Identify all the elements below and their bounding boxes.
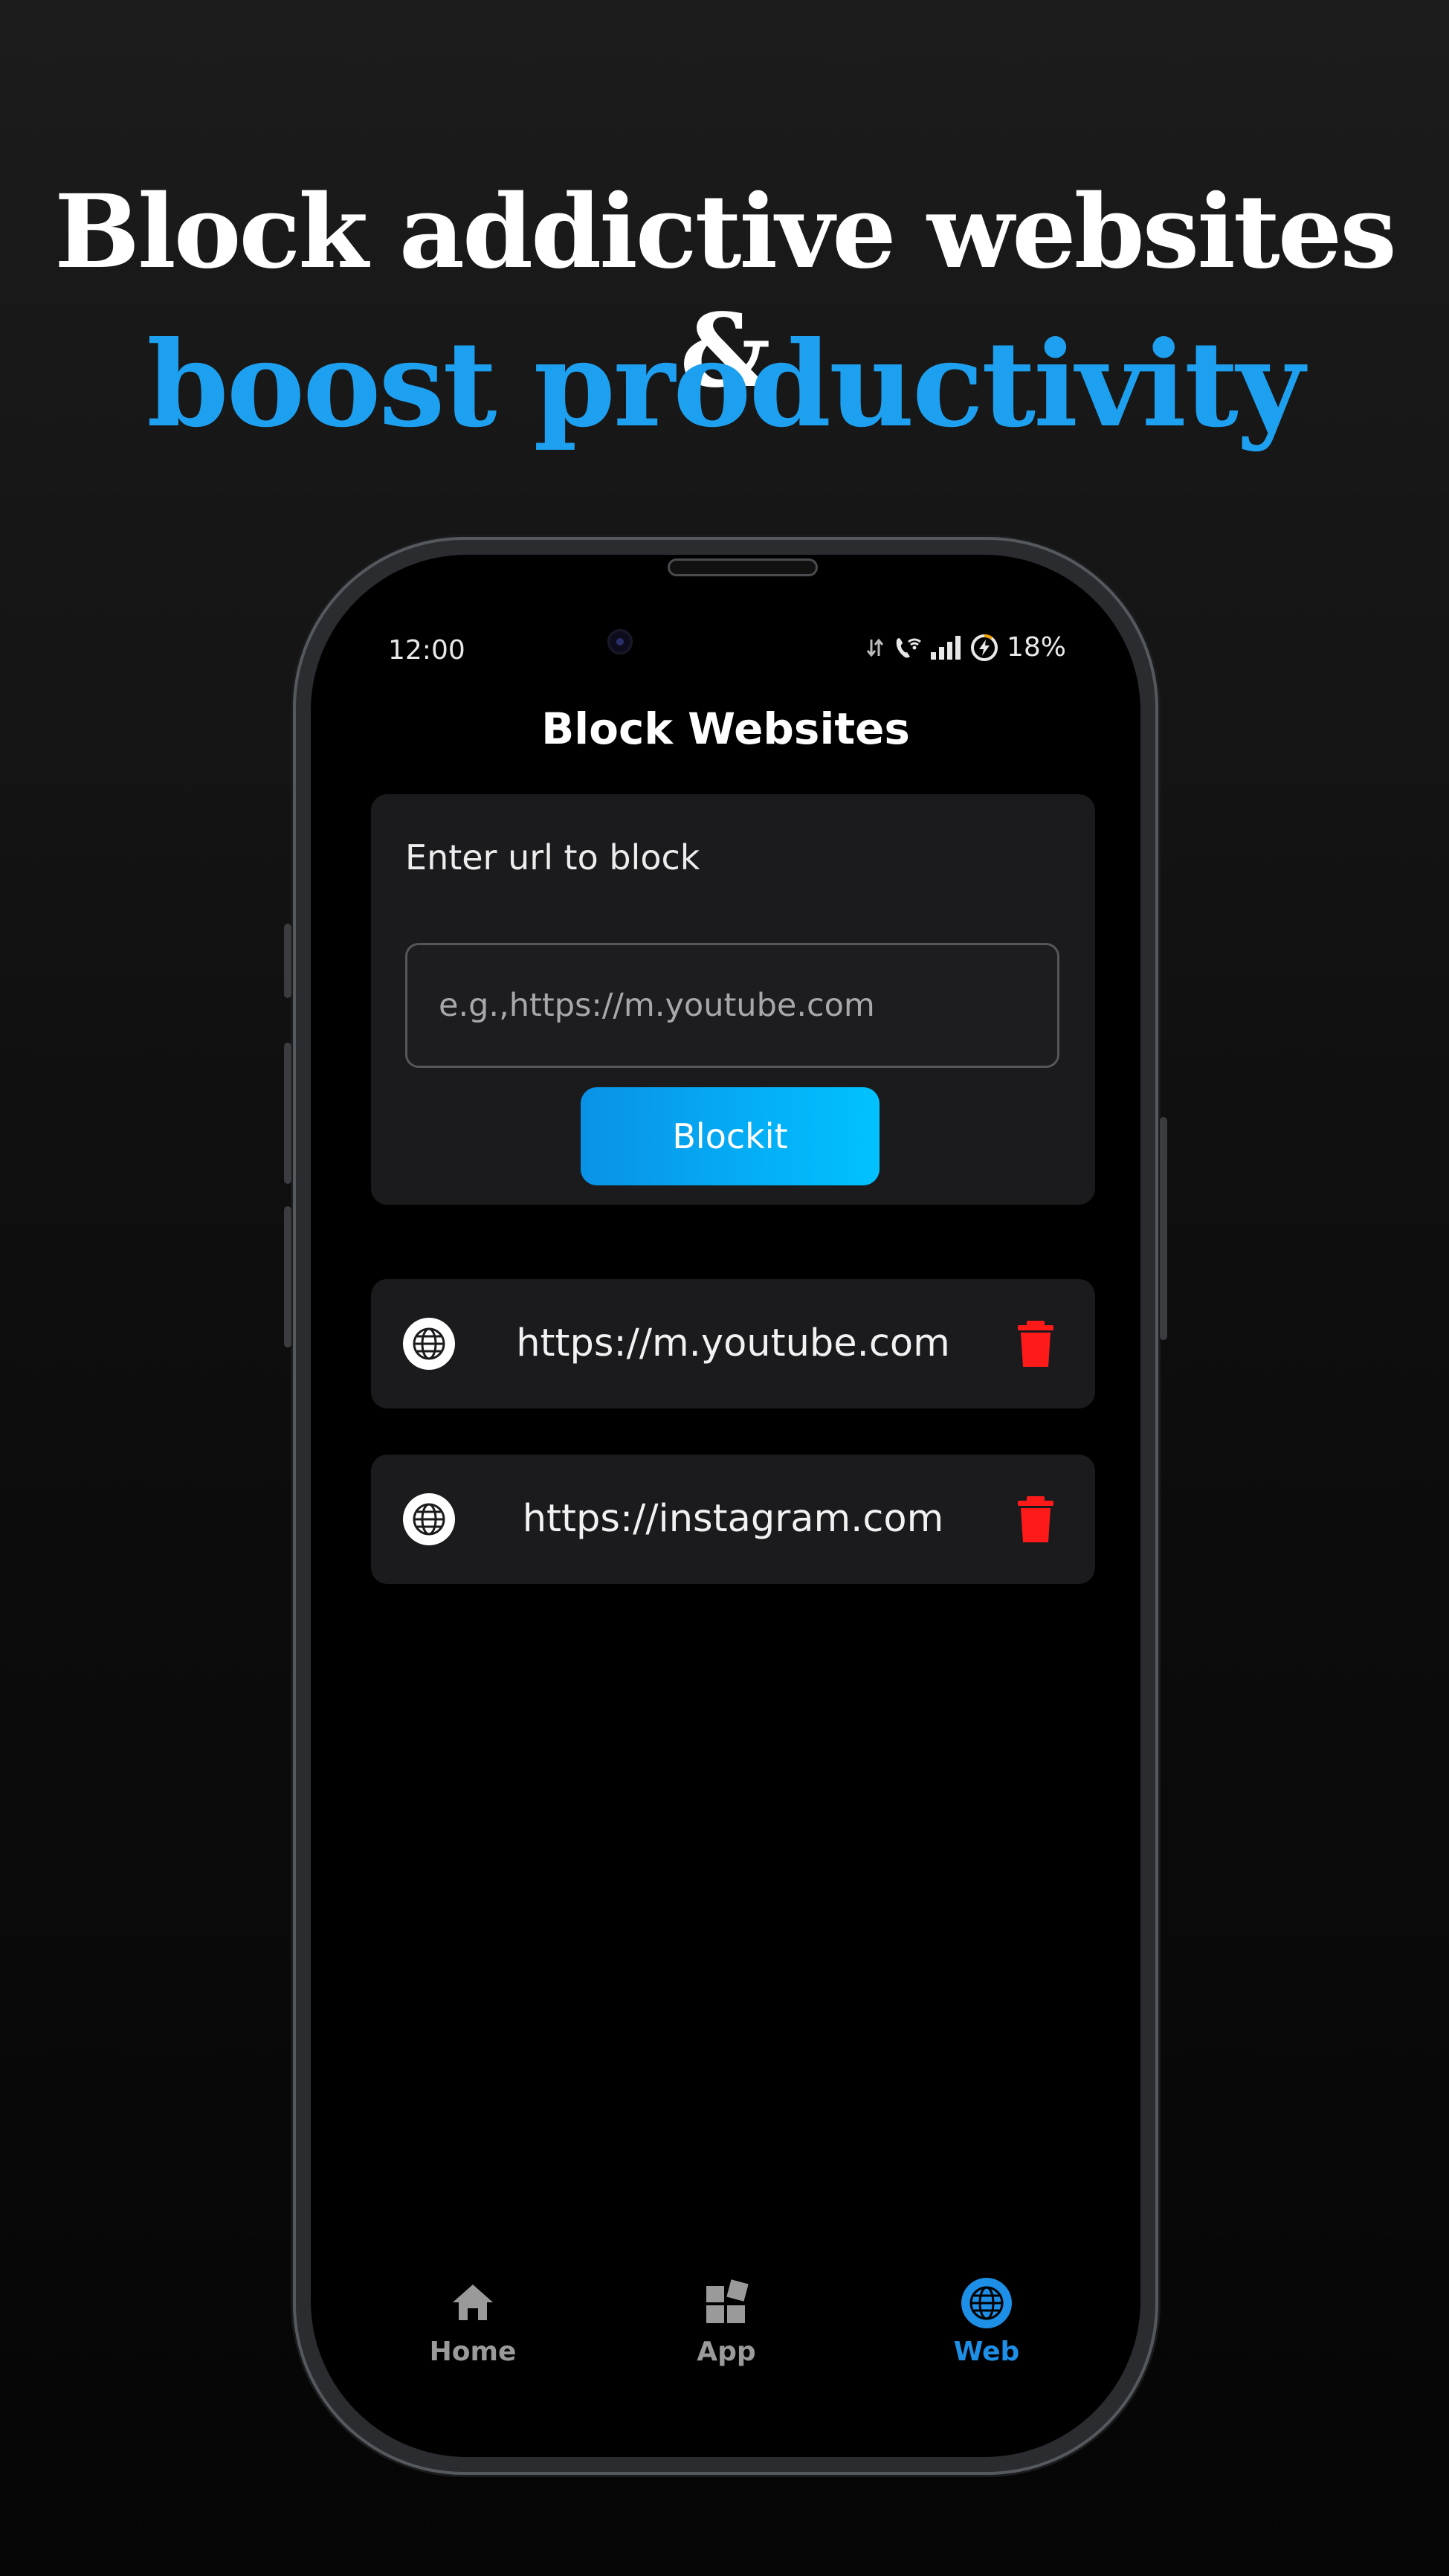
globe-icon — [961, 2278, 1012, 2328]
status-time: 12:00 — [388, 635, 465, 666]
wifi-calling-icon — [896, 637, 921, 657]
block-url-form: Enter url to block Blockit — [371, 794, 1095, 1205]
phone-screen: 12:00 18% Block Websites Enter url to bl… — [311, 555, 1140, 2457]
phone-side-button-right — [1160, 1117, 1167, 1340]
nav-label-web: Web — [953, 2337, 1020, 2367]
globe-icon — [403, 1493, 455, 1545]
globe-icon — [403, 1318, 455, 1370]
headline-line-2: boost productivity — [146, 316, 1304, 454]
url-input-label: Enter url to block — [405, 837, 700, 878]
blocked-site-url: https://m.youtube.com — [516, 1321, 950, 1365]
phone-side-button-left — [284, 924, 291, 998]
trash-icon[interactable] — [1016, 1496, 1055, 1542]
blocked-site-item: https://m.youtube.com — [371, 1279, 1095, 1408]
front-camera — [607, 629, 633, 654]
nav-label-app: App — [697, 2337, 756, 2367]
page-title: Block Websites — [541, 703, 910, 754]
url-input[interactable] — [405, 943, 1059, 1068]
phone-side-button-left — [284, 1206, 291, 1347]
status-icons: 18% — [865, 632, 1066, 663]
phone-frame: 12:00 18% Block Websites Enter url to bl… — [284, 537, 1167, 2475]
blocked-site-item: https://instagram.com — [371, 1455, 1095, 1584]
data-arrows-icon — [866, 638, 884, 657]
trash-icon[interactable] — [1016, 1321, 1055, 1367]
blocked-site-url: https://instagram.com — [522, 1497, 944, 1541]
nav-item-home[interactable]: Home — [391, 2277, 555, 2367]
nav-item-app[interactable]: App — [645, 2277, 808, 2367]
battery-percent: 18% — [1006, 632, 1066, 663]
bottom-nav: Home App Web — [311, 2277, 1140, 2396]
phone-side-button-left — [284, 1043, 291, 1184]
battery-charging-icon — [970, 634, 998, 661]
apps-icon — [706, 2279, 749, 2323]
nav-item-web[interactable]: Web — [905, 2277, 1068, 2367]
earpiece-speaker — [668, 558, 818, 576]
signal-bars-icon — [930, 635, 961, 660]
home-icon — [453, 2284, 493, 2320]
nav-label-home: Home — [429, 2337, 517, 2367]
blockit-button[interactable]: Blockit — [581, 1087, 880, 1185]
